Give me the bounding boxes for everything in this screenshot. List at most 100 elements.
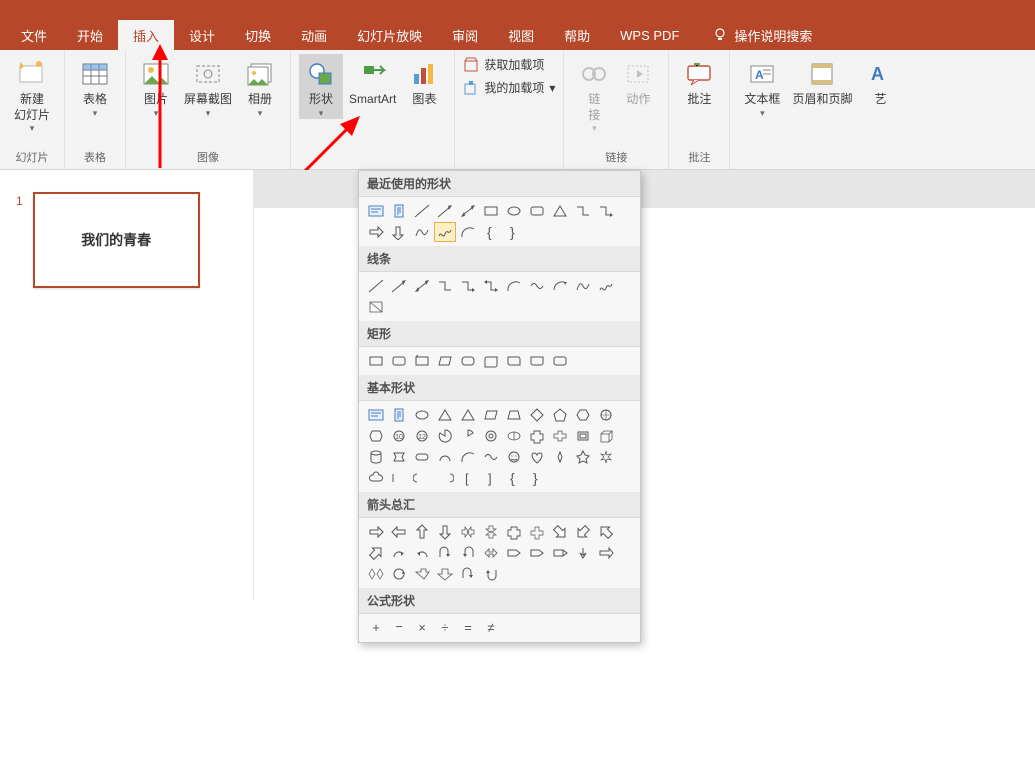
shape-option[interactable] [434,522,456,542]
shape-option[interactable] [388,201,410,221]
shape-option[interactable]: − [388,618,410,638]
shape-option[interactable] [457,543,479,563]
shape-option[interactable] [595,405,617,425]
shape-option[interactable] [411,522,433,542]
shape-option[interactable] [572,405,594,425]
shape-option[interactable] [503,447,525,467]
shape-option[interactable] [365,222,387,242]
shape-option[interactable] [388,522,410,542]
shape-option[interactable] [549,543,571,563]
shape-option[interactable] [434,351,456,371]
textbox-button[interactable]: A 文本框 ▾ [738,54,786,119]
shape-option[interactable] [595,201,617,221]
shape-option[interactable] [411,351,433,371]
shape-option[interactable] [549,447,571,467]
shape-option[interactable] [457,447,479,467]
shape-option[interactable] [549,276,571,296]
shape-option[interactable] [388,564,410,584]
shape-option[interactable] [480,522,502,542]
chart-button[interactable]: 图表 [402,54,446,108]
comment-button[interactable]: 批注 [677,54,721,108]
shape-option[interactable] [457,222,479,242]
wordart-button[interactable]: A 艺 [858,54,902,108]
shape-option[interactable] [595,426,617,446]
shape-option[interactable] [434,564,456,584]
shape-option[interactable] [388,351,410,371]
shape-option[interactable] [434,426,456,446]
shape-option[interactable] [411,222,433,242]
shape-option[interactable]: ] [480,468,502,488]
shape-option[interactable]: 10 [388,426,410,446]
tell-me-search[interactable]: 操作说明搜索 [712,26,812,45]
shape-option[interactable] [365,543,387,563]
shape-option[interactable]: × [411,618,433,638]
shape-option[interactable] [457,522,479,542]
shape-option[interactable] [434,543,456,563]
shape-option[interactable] [411,201,433,221]
shape-option[interactable] [549,201,571,221]
shape-option[interactable] [572,522,594,542]
tab-view[interactable]: 视图 [493,20,549,50]
shape-option[interactable] [480,564,502,584]
tab-home[interactable]: 开始 [62,20,118,50]
get-addins-button[interactable]: 获取加载项 [463,56,555,73]
shape-option[interactable] [526,426,548,446]
shape-option[interactable]: } [503,222,525,242]
shape-option[interactable] [434,222,456,242]
shape-option[interactable]: 12 [411,426,433,446]
shape-option[interactable] [365,276,387,296]
shape-option[interactable] [595,276,617,296]
shape-option[interactable] [434,405,456,425]
shape-option[interactable]: ≠ [480,618,502,638]
shape-option[interactable] [457,564,479,584]
shape-option[interactable] [365,351,387,371]
shape-option[interactable] [526,447,548,467]
shape-option[interactable]: { [480,222,502,242]
shape-option[interactable] [549,426,571,446]
tab-animation[interactable]: 动画 [286,20,342,50]
shape-option[interactable] [572,276,594,296]
slide-thumbnails-panel[interactable]: 1 我们的青春 [0,170,254,599]
shape-option[interactable] [549,405,571,425]
shape-option[interactable] [480,405,502,425]
shape-option[interactable] [457,351,479,371]
shape-option[interactable] [411,276,433,296]
shape-option[interactable] [365,447,387,467]
shapes-gallery-dropdown[interactable]: 最近使用的形状 {} 线条 矩形 基本形状 1012[]{} 箭头总汇 公式形状… [358,170,641,643]
shape-option[interactable] [503,522,525,542]
shape-option[interactable]: = [457,618,479,638]
shape-option[interactable] [526,522,548,542]
shape-option[interactable] [365,564,387,584]
shape-option[interactable] [434,447,456,467]
album-button[interactable]: 相册 ▾ [238,54,282,119]
shape-option[interactable] [503,543,525,563]
shape-option[interactable] [434,468,456,488]
shape-option[interactable] [388,447,410,467]
shape-option[interactable] [549,351,571,371]
tab-transition[interactable]: 切换 [230,20,286,50]
shape-option[interactable] [572,201,594,221]
shape-option[interactable] [411,564,433,584]
shape-option[interactable] [434,276,456,296]
header-footer-button[interactable]: 页眉和页脚 [786,54,858,108]
shape-option[interactable] [526,201,548,221]
shape-option[interactable] [365,426,387,446]
shape-option[interactable] [388,405,410,425]
shape-option[interactable] [503,276,525,296]
shape-option[interactable] [480,447,502,467]
shape-option[interactable] [365,468,387,488]
shape-option[interactable] [572,426,594,446]
shape-option[interactable]: + [365,618,387,638]
shape-option[interactable] [503,426,525,446]
tab-review[interactable]: 审阅 [437,20,493,50]
shape-option[interactable] [595,447,617,467]
shape-option[interactable] [365,405,387,425]
shape-option[interactable] [480,276,502,296]
shape-option[interactable] [480,426,502,446]
table-button[interactable]: 表格 ▾ [73,54,117,119]
shape-option[interactable] [365,297,387,317]
shape-option[interactable] [457,276,479,296]
shape-option[interactable] [595,543,617,563]
tab-slideshow[interactable]: 幻灯片放映 [342,20,437,50]
tab-file[interactable]: 文件 [6,20,62,50]
